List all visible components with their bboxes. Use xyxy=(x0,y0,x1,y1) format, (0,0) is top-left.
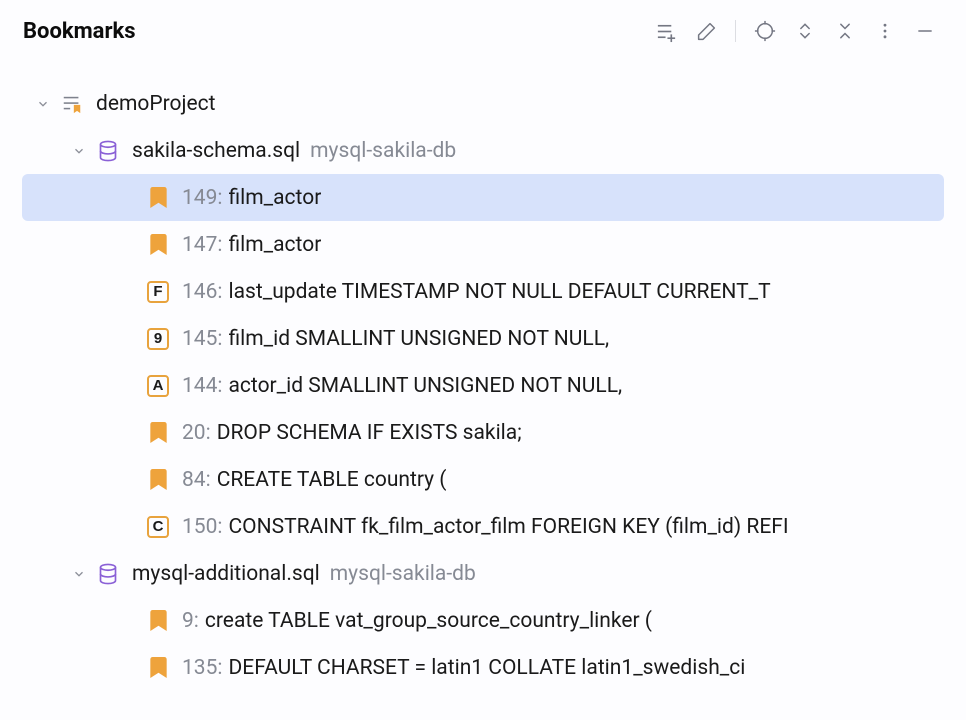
pencil-icon xyxy=(696,21,717,42)
bookmark-item[interactable]: 135: DEFAULT CHARSET = latin1 COLLATE la… xyxy=(0,644,966,691)
line-number: 146: xyxy=(182,280,223,304)
bookmark-text: film_actor xyxy=(229,233,322,257)
mnemonic-letter: 9 xyxy=(147,328,169,350)
chevron-down-icon xyxy=(72,144,86,158)
chevrons-in-icon xyxy=(835,21,855,41)
bookmark-item[interactable]: 149: film_actor xyxy=(22,174,944,221)
line-number: 147: xyxy=(182,233,223,257)
bookmark-text: DROP SCHEMA IF EXISTS sakila; xyxy=(217,421,522,445)
panel-toolbar: Bookmarks xyxy=(0,0,966,60)
list-add-icon xyxy=(655,20,678,43)
expand-collapse-button[interactable] xyxy=(786,12,824,50)
line-number: 20: xyxy=(182,421,211,445)
database-icon xyxy=(96,139,120,163)
line-number: 145: xyxy=(182,327,223,351)
bookmark-text: CONSTRAINT fk_film_actor_film FOREIGN KE… xyxy=(229,515,789,539)
line-number: 84: xyxy=(182,468,211,492)
toolbar-separator xyxy=(735,20,736,42)
bookmark-item[interactable]: 84: CREATE TABLE country ( xyxy=(0,456,966,503)
bookmark-icon xyxy=(146,186,170,210)
hide-panel-button[interactable] xyxy=(906,12,944,50)
tree-root-node[interactable]: demoProject xyxy=(0,80,966,127)
file-name: mysql-additional.sql xyxy=(132,562,320,586)
tree-file-node[interactable]: sakila-schema.sql mysql-sakila-db xyxy=(0,127,966,174)
target-icon xyxy=(754,20,776,42)
mnemonic-icon: F xyxy=(146,280,170,304)
bookmark-icon xyxy=(146,468,170,492)
expand-toggle[interactable] xyxy=(34,95,52,113)
bookmark-text: actor_id SMALLINT UNSIGNED NOT NULL, xyxy=(229,374,623,398)
bookmarks-panel: Bookmarks xyxy=(0,0,966,720)
bookmark-item[interactable]: 9: create TABLE vat_group_source_country… xyxy=(0,597,966,644)
add-bookmark-button[interactable] xyxy=(647,12,685,50)
bookmark-item[interactable]: 9 145: film_id SMALLINT UNSIGNED NOT NUL… xyxy=(0,315,966,362)
edit-button[interactable] xyxy=(687,12,725,50)
chevron-down-icon xyxy=(36,97,50,111)
node-label: demoProject xyxy=(96,92,216,116)
bookmark-icon xyxy=(146,609,170,633)
bookmark-item[interactable]: A 144: actor_id SMALLINT UNSIGNED NOT NU… xyxy=(0,362,966,409)
bookmark-text: DEFAULT CHARSET = latin1 COLLATE latin1_… xyxy=(229,656,746,680)
mnemonic-letter: C xyxy=(147,516,169,538)
file-name: sakila-schema.sql xyxy=(132,139,300,163)
file-context: mysql-sakila-db xyxy=(330,562,476,586)
bookmark-text: film_id SMALLINT UNSIGNED NOT NULL, xyxy=(229,327,610,351)
line-number: 149: xyxy=(182,186,223,210)
expand-toggle[interactable] xyxy=(70,565,88,583)
tree-file-node[interactable]: mysql-additional.sql mysql-sakila-db xyxy=(0,550,966,597)
collapse-all-button[interactable] xyxy=(826,12,864,50)
bookmark-text: create TABLE vat_group_source_country_li… xyxy=(205,609,652,633)
panel-title: Bookmarks xyxy=(23,19,641,44)
line-number: 150: xyxy=(182,515,223,539)
kebab-icon xyxy=(875,21,895,41)
chevron-down-icon xyxy=(72,567,86,581)
mnemonic-letter: A xyxy=(147,375,169,397)
bookmark-item[interactable]: 20: DROP SCHEMA IF EXISTS sakila; xyxy=(0,409,966,456)
toolbar-actions xyxy=(647,12,944,50)
bookmark-icon xyxy=(146,233,170,257)
database-icon xyxy=(96,562,120,586)
mnemonic-icon: 9 xyxy=(146,327,170,351)
minimize-icon xyxy=(915,21,935,41)
file-context: mysql-sakila-db xyxy=(310,139,456,163)
mnemonic-letter: F xyxy=(147,281,169,303)
line-number: 135: xyxy=(182,656,223,680)
bookmark-list-icon xyxy=(60,92,84,116)
chevrons-vertical-icon xyxy=(795,21,815,41)
bookmark-icon xyxy=(146,656,170,680)
bookmark-icon xyxy=(146,421,170,445)
line-number: 144: xyxy=(182,374,223,398)
mnemonic-icon: A xyxy=(146,374,170,398)
bookmark-item[interactable]: C 150: CONSTRAINT fk_film_actor_film FOR… xyxy=(0,503,966,550)
bookmark-text: last_update TIMESTAMP NOT NULL DEFAULT C… xyxy=(229,280,771,304)
line-number: 9: xyxy=(182,609,199,633)
locate-button[interactable] xyxy=(746,12,784,50)
more-options-button[interactable] xyxy=(866,12,904,50)
bookmark-item[interactable]: F 146: last_update TIMESTAMP NOT NULL DE… xyxy=(0,268,966,315)
expand-toggle[interactable] xyxy=(70,142,88,160)
mnemonic-icon: C xyxy=(146,515,170,539)
bookmarks-tree[interactable]: demoProject sakila-schema.sql mysql-saki… xyxy=(0,60,966,720)
bookmark-item[interactable]: 147: film_actor xyxy=(0,221,966,268)
bookmark-text: CREATE TABLE country ( xyxy=(217,468,447,492)
bookmark-text: film_actor xyxy=(229,186,322,210)
